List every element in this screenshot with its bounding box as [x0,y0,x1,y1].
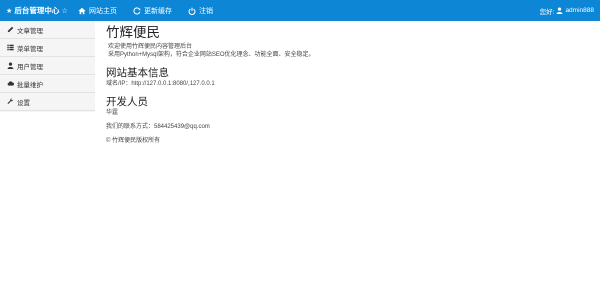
copyright: © 竹辉便民版权所有 [106,138,161,144]
section-title-site-info: 网站基本信息 [106,67,169,79]
sidebar-item-label: 用户管理 [17,63,43,71]
intro-line: 欢迎使用竹辉便民内容管理后台 [108,44,193,50]
top-nav: 网站主页 更新缓存 注销 [78,0,229,21]
sidebar-item-label: 文章管理 [17,27,43,35]
sidebar-item-articles[interactable]: 文章管理 [0,21,95,39]
sidebar-item-menus[interactable]: 菜单管理 [0,39,95,57]
list-icon [7,44,14,51]
intro-text: 欢迎使用竹辉便民内容管理后台 采用Python+Mysql架构，符合企业网站SE… [106,44,586,59]
power-icon [188,7,196,15]
contact-line: 我们的联系方式：584425439@qq.com [106,124,210,130]
sidebar-item-batch-maintenance[interactable]: 批量维护 [0,75,95,93]
cloud-icon [7,81,14,86]
nav-logout-label: 注销 [199,7,213,15]
main-content: 竹辉便民 欢迎使用竹辉便民内容管理后台 采用Python+Mysql架构，符合企… [106,25,586,145]
refresh-icon [133,6,141,15]
domain-line: 域名/IP：http://127.0.0.1:8080/,127.0.0.1 [106,81,215,87]
sidebar-item-label: 设置 [17,99,30,107]
star-icon: ☆ [61,8,68,15]
sidebar-item-label: 菜单管理 [17,45,43,53]
wrench-icon [7,98,14,104]
developer-name: 华霆 [106,110,119,116]
user-icon [556,7,563,14]
top-navbar: ★ 后台管理中心 ☆ 网站主页 更新缓存 注销 您好: admin888 [0,0,600,21]
sidebar-item-label: 批量维护 [17,81,43,89]
intro-line: 采用Python+Mysql架构，符合企业网站SEO优化理念、功能全面、安全稳定… [108,51,315,58]
nav-home[interactable]: 网站主页 [78,0,117,21]
sidebar-item-users[interactable]: 用户管理 [0,57,95,75]
nav-logout[interactable]: 注销 [188,0,213,21]
nav-refresh-cache[interactable]: 更新缓存 [133,0,172,21]
sidebar-item-settings[interactable]: 设置 [0,93,95,111]
star-icon: ★ [6,8,13,15]
user-icon [7,62,14,69]
section-title-developers: 开发人员 [106,96,148,108]
nav-home-label: 网站主页 [89,7,117,15]
page-title: 竹辉便民 [106,25,160,40]
brand-title: 后台管理中心 [14,6,60,15]
username-link[interactable]: admin888 [565,7,594,14]
nav-refresh-label: 更新缓存 [144,7,172,15]
home-icon [78,7,86,14]
sidebar: 文章管理 菜单管理 用户管理 批量维护 设置 [0,21,95,112]
brand[interactable]: ★ 后台管理中心 ☆ [6,0,68,21]
user-info: 您好: admin888 [540,0,594,21]
greeting: 您好: [539,8,555,16]
pencil-icon [7,26,14,33]
